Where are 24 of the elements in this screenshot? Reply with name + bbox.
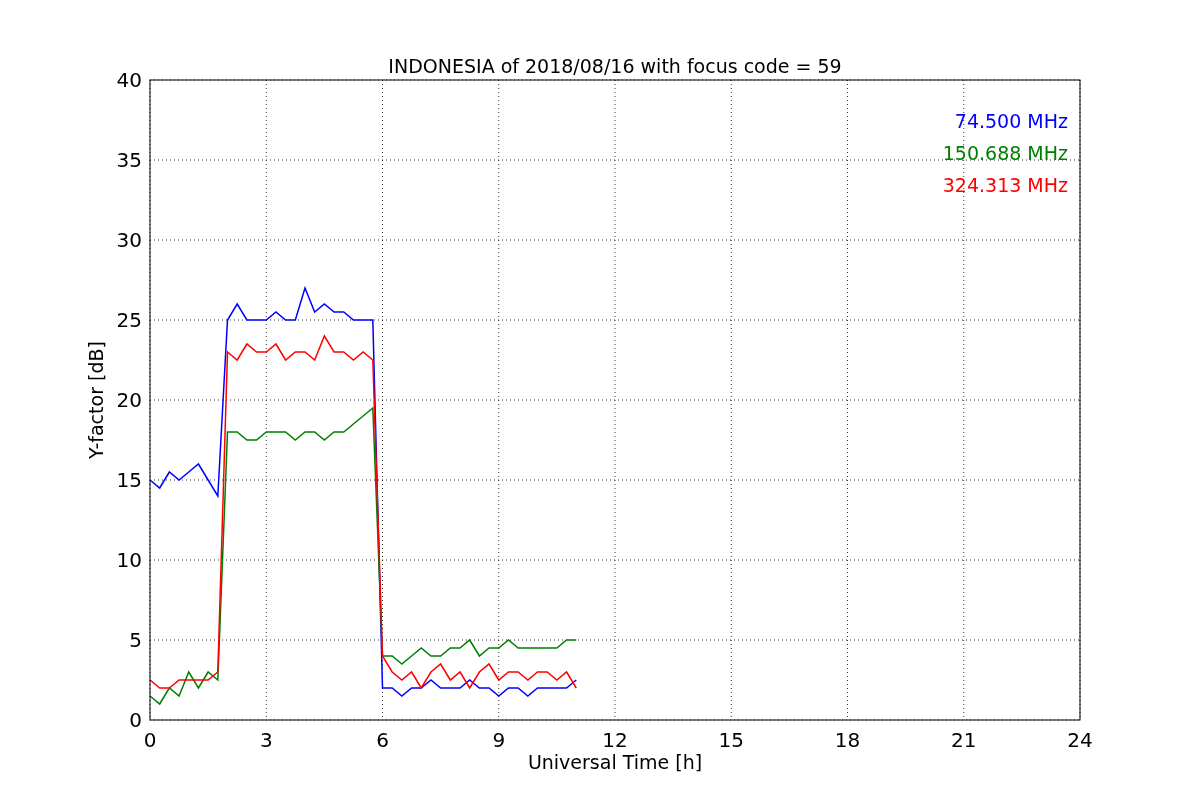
x-tick-label: 6 [376, 728, 389, 752]
legend-label: 150.688 MHz [942, 142, 1068, 164]
y-tick-label: 5 [129, 628, 142, 652]
x-tick-label: 15 [718, 728, 744, 752]
y-tick-label: 30 [116, 228, 142, 252]
y-axis-label: Y-factor [dB] [85, 341, 107, 459]
y-tick-label: 20 [116, 388, 142, 412]
x-tick-label: 24 [1067, 728, 1093, 752]
x-tick-label: 0 [143, 728, 157, 752]
chart-title: INDONESIA of 2018/08/16 with focus code = 59 [388, 55, 842, 77]
x-tick-label: 12 [602, 728, 628, 752]
y-tick-label: 10 [116, 548, 142, 572]
x-tick-label: 18 [834, 728, 861, 752]
x-tick-label: 21 [951, 728, 977, 752]
y-tick-label: 25 [116, 308, 142, 332]
y-tick-label: 35 [116, 148, 142, 172]
y-tick-label: 0 [129, 708, 142, 732]
x-tick-label: 3 [259, 728, 273, 752]
legend-label: 74.500 MHz [954, 110, 1068, 132]
y-tick-label: 40 [116, 68, 142, 92]
legend-label: 324.313 MHz [942, 174, 1068, 196]
y-tick-label: 15 [116, 468, 142, 492]
x-axis-label: Universal Time [h] [527, 751, 703, 773]
x-tick-label: 9 [492, 728, 506, 752]
